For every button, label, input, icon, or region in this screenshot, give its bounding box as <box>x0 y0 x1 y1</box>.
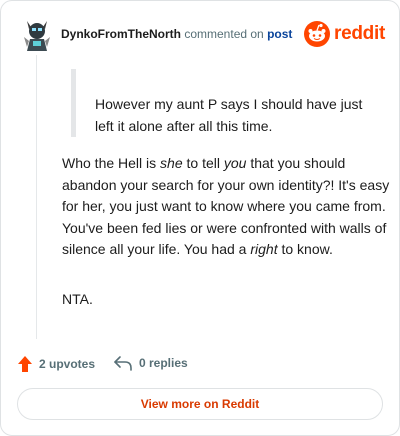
quote-text: However my aunt P says I should have jus… <box>95 96 363 134</box>
comment-body: Who the Hell is she to tell you that you… <box>62 153 392 261</box>
comment-footer: 2 upvotes 0 replies <box>17 353 385 377</box>
thread-line <box>36 55 37 339</box>
upvote-count: 2 upvotes <box>39 357 96 371</box>
commented-on-text: commented on <box>184 27 264 41</box>
view-more-button[interactable]: View more on Reddit <box>17 388 383 420</box>
reddit-wordmark: reddit <box>334 23 385 44</box>
quoted-text-block: However my aunt P says I should have jus… <box>71 69 376 137</box>
upvote-arrow-icon <box>18 356 32 372</box>
embedded-comment-card: DynkoFromTheNorth commented on post redd… <box>0 0 400 436</box>
body-text-segment: to tell <box>182 155 224 171</box>
avatar[interactable] <box>21 17 53 51</box>
body-emphasis: she <box>160 155 183 171</box>
byline: DynkoFromTheNorth commented on post <box>61 27 292 41</box>
upvote-button[interactable]: 2 upvotes <box>17 355 95 373</box>
reply-button[interactable]: 0 replies <box>113 355 188 371</box>
body-text-segment: to know. <box>277 241 333 257</box>
reddit-logo-icon <box>304 21 331 47</box>
body-emphasis: you <box>223 155 247 171</box>
author-name[interactable]: DynkoFromTheNorth <box>61 27 181 41</box>
comment-verdict: NTA. <box>62 291 93 307</box>
reply-count: 0 replies <box>139 356 188 370</box>
comment-header: DynkoFromTheNorth commented on post redd… <box>17 15 385 55</box>
body-emphasis: right <box>250 241 278 257</box>
comment-paragraph: Who the Hell is she to tell you that you… <box>62 153 392 261</box>
body-text-segment: Who the Hell is <box>62 155 161 171</box>
reply-arrow-icon <box>114 356 132 371</box>
post-link[interactable]: post <box>267 27 292 41</box>
reddit-logo[interactable]: reddit <box>304 21 385 47</box>
